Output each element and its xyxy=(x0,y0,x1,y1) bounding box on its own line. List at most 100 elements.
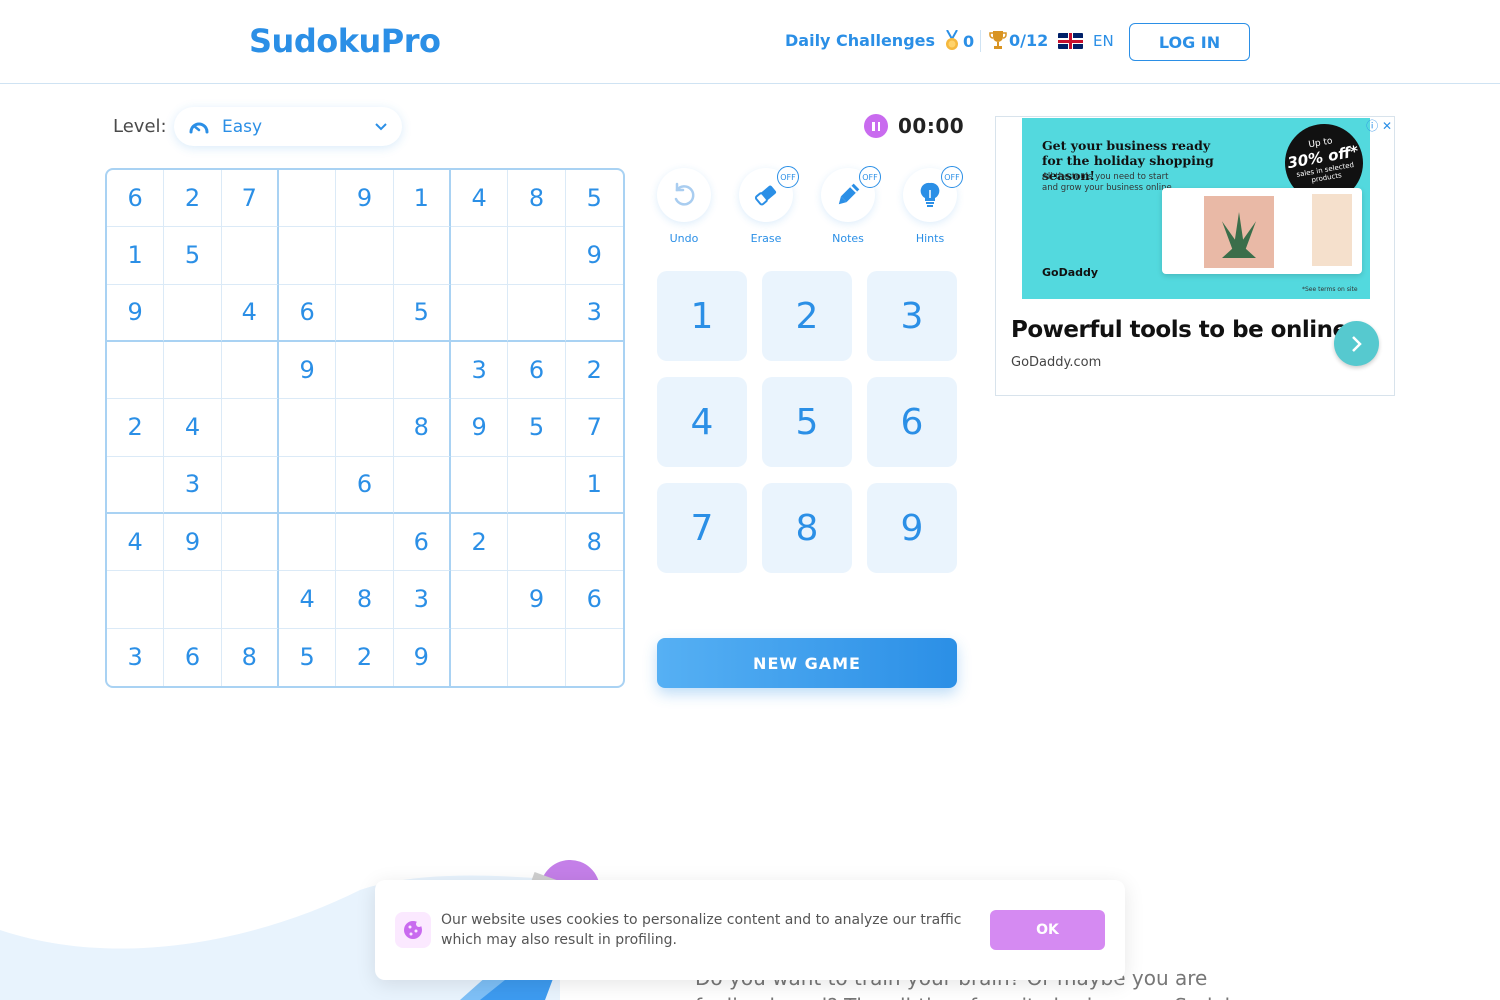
notes-button[interactable]: OFF xyxy=(821,166,881,222)
advertisement[interactable]: Get your business ready for the holiday … xyxy=(995,116,1395,396)
board-cell-r9c3[interactable]: 8 xyxy=(222,628,279,686)
board-cell-r4c4[interactable]: 9 xyxy=(278,341,337,400)
numpad-key-5[interactable]: 5 xyxy=(762,377,852,467)
board-cell-r1c6[interactable]: 1 xyxy=(393,170,451,228)
board-cell-r7c9[interactable]: 8 xyxy=(565,514,623,572)
login-button[interactable]: LOG IN xyxy=(1129,23,1250,61)
erase-button[interactable]: OFF xyxy=(739,166,799,222)
board-cell-r8c7[interactable] xyxy=(450,571,509,629)
board-cell-r4c1[interactable] xyxy=(107,341,165,400)
numpad-key-9[interactable]: 9 xyxy=(867,483,957,573)
board-cell-r1c9[interactable]: 5 xyxy=(565,170,623,228)
board-cell-r7c1[interactable]: 4 xyxy=(107,513,165,572)
board-cell-r2c5[interactable] xyxy=(336,227,394,285)
board-cell-r6c6[interactable] xyxy=(393,456,451,514)
ad-domain[interactable]: GoDaddy.com xyxy=(1011,355,1101,370)
board-cell-r4c3[interactable] xyxy=(221,341,279,400)
board-cell-r9c9[interactable] xyxy=(566,629,623,686)
board-cell-r2c6[interactable] xyxy=(393,227,451,285)
board-cell-r2c4[interactable] xyxy=(278,227,337,285)
ad-banner-image[interactable]: Get your business ready for the holiday … xyxy=(1022,118,1370,299)
hints-tool[interactable]: OFF Hints xyxy=(902,166,963,245)
board-cell-r6c4[interactable] xyxy=(278,456,337,514)
board-cell-r8c5[interactable]: 8 xyxy=(336,571,394,629)
board-cell-r8c6[interactable]: 3 xyxy=(393,571,451,629)
board-cell-r5c4[interactable] xyxy=(278,399,337,457)
board-cell-r4c7[interactable]: 3 xyxy=(450,341,509,400)
board-cell-r1c1[interactable]: 6 xyxy=(107,170,165,228)
board-cell-r5c1[interactable]: 2 xyxy=(107,399,165,457)
board-cell-r3c6[interactable]: 5 xyxy=(393,284,451,342)
board-cell-r4c8[interactable]: 6 xyxy=(508,341,566,400)
board-cell-r9c8[interactable] xyxy=(508,628,566,686)
medal-counter[interactable]: 0 xyxy=(944,30,974,52)
board-cell-r2c7[interactable] xyxy=(450,227,509,285)
erase-tool[interactable]: OFF Erase xyxy=(738,166,799,245)
board-cell-r7c8[interactable] xyxy=(508,513,566,572)
numpad-key-4[interactable]: 4 xyxy=(657,377,747,467)
daily-challenges-link[interactable]: Daily Challenges xyxy=(785,31,935,50)
board-cell-r2c2[interactable]: 5 xyxy=(164,227,222,285)
board-cell-r5c9[interactable]: 7 xyxy=(565,399,623,457)
board-cell-r3c9[interactable]: 3 xyxy=(565,285,623,342)
board-cell-r6c8[interactable] xyxy=(508,456,566,514)
level-dropdown[interactable]: Easy xyxy=(174,107,402,146)
board-cell-r8c4[interactable]: 4 xyxy=(278,571,337,629)
pause-button[interactable] xyxy=(864,114,888,138)
board-cell-r3c3[interactable]: 4 xyxy=(221,284,279,342)
board-cell-r6c5[interactable]: 6 xyxy=(336,456,394,514)
board-cell-r7c4[interactable] xyxy=(278,513,337,572)
numpad-key-1[interactable]: 1 xyxy=(657,271,747,361)
board-cell-r6c9[interactable]: 1 xyxy=(565,457,623,514)
board-cell-r5c6[interactable]: 8 xyxy=(393,399,451,457)
numpad-key-8[interactable]: 8 xyxy=(762,483,852,573)
ad-title[interactable]: Powerful tools to be online xyxy=(1011,317,1348,343)
undo-button[interactable] xyxy=(657,168,711,222)
board-cell-r9c7[interactable] xyxy=(451,628,509,686)
board-cell-r1c5[interactable]: 9 xyxy=(336,170,394,228)
board-cell-r4c9[interactable]: 2 xyxy=(565,342,623,400)
board-cell-r4c5[interactable] xyxy=(336,341,394,400)
board-cell-r9c2[interactable]: 6 xyxy=(164,628,222,686)
board-cell-r2c9[interactable]: 9 xyxy=(565,227,623,285)
board-cell-r3c7[interactable] xyxy=(450,284,509,342)
board-cell-r8c9[interactable]: 6 xyxy=(565,571,623,629)
board-cell-r7c7[interactable]: 2 xyxy=(450,513,509,572)
hints-button[interactable]: OFF xyxy=(903,166,963,222)
board-cell-r6c1[interactable] xyxy=(107,456,165,514)
board-cell-r1c2[interactable]: 2 xyxy=(164,170,222,228)
board-cell-r3c4[interactable]: 6 xyxy=(278,284,337,342)
board-cell-r3c5[interactable] xyxy=(336,284,394,342)
language-selector[interactable]: EN xyxy=(1058,32,1114,50)
cookie-ok-button[interactable]: OK xyxy=(990,910,1105,950)
ad-close-icon[interactable]: ⓘ ✕ xyxy=(1366,117,1392,134)
logo[interactable]: SudokuPro xyxy=(249,22,441,60)
board-cell-r5c8[interactable]: 5 xyxy=(508,399,566,457)
numpad-key-6[interactable]: 6 xyxy=(867,377,957,467)
board-cell-r9c5[interactable]: 2 xyxy=(336,628,394,686)
board-cell-r1c8[interactable]: 8 xyxy=(508,170,566,228)
new-game-button[interactable]: NEW GAME xyxy=(657,638,957,688)
notes-tool[interactable]: OFF Notes xyxy=(820,166,881,245)
board-cell-r8c8[interactable]: 9 xyxy=(508,571,566,629)
board-cell-r2c3[interactable] xyxy=(221,227,279,285)
board-cell-r5c2[interactable]: 4 xyxy=(164,399,222,457)
board-cell-r1c3[interactable]: 7 xyxy=(221,170,279,228)
board-cell-r8c2[interactable] xyxy=(164,571,222,629)
board-cell-r9c1[interactable]: 3 xyxy=(107,628,165,686)
trophy-counter[interactable]: 0/12 xyxy=(989,30,1048,50)
board-cell-r5c3[interactable] xyxy=(221,399,279,457)
numpad-key-2[interactable]: 2 xyxy=(762,271,852,361)
board-cell-r1c7[interactable]: 4 xyxy=(450,170,509,228)
board-cell-r8c3[interactable] xyxy=(221,571,279,629)
board-cell-r9c4[interactable]: 5 xyxy=(279,628,337,686)
board-cell-r3c8[interactable] xyxy=(508,284,566,342)
board-cell-r5c7[interactable]: 9 xyxy=(450,399,509,457)
ad-arrow-button[interactable] xyxy=(1334,321,1379,366)
numpad-key-3[interactable]: 3 xyxy=(867,271,957,361)
board-cell-r6c3[interactable] xyxy=(221,456,279,514)
board-cell-r4c6[interactable] xyxy=(393,341,451,400)
board-cell-r8c1[interactable] xyxy=(107,571,165,629)
board-cell-r3c2[interactable] xyxy=(164,284,222,342)
board-cell-r7c6[interactable]: 6 xyxy=(393,513,451,572)
